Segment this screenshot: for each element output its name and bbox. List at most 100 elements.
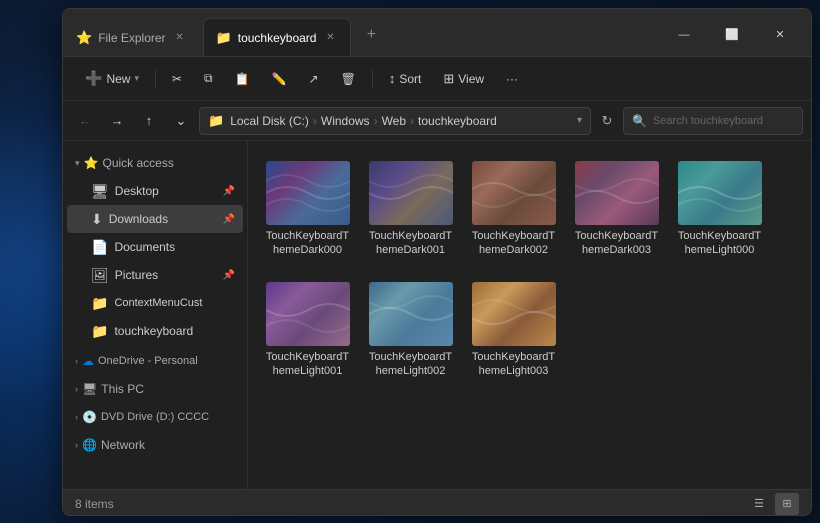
downloads-pin-icon: 📌 — [223, 214, 235, 225]
sort-button[interactable]: ↕ Sort — [379, 63, 432, 95]
file-thumbnail-dark002 — [472, 161, 556, 225]
file-thumbnail-light002 — [369, 282, 453, 346]
file-name-light000: TouchKeyboardThemeLight000 — [676, 229, 763, 258]
quick-access-label: Quick access — [102, 156, 173, 170]
sidebar-item-touchkeyboard[interactable]: 📁 touchkeyboard — [67, 317, 243, 345]
crumb-touchkeyboard: touchkeyboard — [418, 114, 497, 128]
item-count: 8 items — [75, 497, 114, 511]
file-name-light001: TouchKeyboardThemeLight001 — [264, 350, 351, 379]
sidebar-dvd-header[interactable]: › 💿 DVD Drive (D:) CCCC — [67, 403, 243, 431]
sidebar-quick-access-header[interactable]: ▾ ⭐ Quick access — [67, 149, 243, 177]
window-controls: — ⬜ ✕ — [653, 9, 811, 56]
tab-file-explorer-label: File Explorer — [98, 31, 165, 45]
sidebar-contextmenu-label: ContextMenuCust — [114, 297, 202, 309]
share-button[interactable]: ↗ — [299, 63, 329, 95]
file-name-dark001: TouchKeyboardThemeDark001 — [367, 229, 454, 258]
network-icon: 🌐 — [82, 438, 97, 452]
dvd-label: DVD Drive (D:) CCCC — [101, 411, 209, 423]
paste-icon: 📋 — [235, 72, 250, 86]
sidebar-thispc-header[interactable]: › 🖥 This PC — [67, 375, 243, 403]
file-item-dark001[interactable]: TouchKeyboardThemeDark001 — [363, 153, 458, 266]
back-button[interactable]: ← — [71, 107, 99, 135]
file-item-light001[interactable]: TouchKeyboardThemeLight001 — [260, 274, 355, 387]
file-item-dark000[interactable]: TouchKeyboardThemeDark000 — [260, 153, 355, 266]
tab-touchkeyboard[interactable]: 📁 touchkeyboard ✕ — [203, 18, 352, 56]
cut-button[interactable]: ✂ — [162, 63, 192, 95]
tab-touchkeyboard-close[interactable]: ✕ — [322, 30, 338, 46]
view-button[interactable]: ⊞ View — [433, 63, 494, 95]
sidebar-onedrive-header[interactable]: › ☁ OneDrive - Personal — [67, 347, 243, 375]
onedrive-label: OneDrive - Personal — [98, 355, 198, 367]
tabs-area: ⭐ File Explorer ✕ 📁 touchkeyboard ✕ + — [63, 9, 653, 56]
tab-touchkeyboard-label: touchkeyboard — [238, 31, 317, 45]
toolbar: ➕ New ▾ ✂ ⧉ 📋 ✏️ ↗ 🗑 ↕ Sort ⊞ View — [63, 57, 811, 101]
crumb-sep-1: › — [313, 114, 317, 128]
file-item-dark002[interactable]: TouchKeyboardThemeDark002 — [466, 153, 561, 266]
sidebar: ▾ ⭐ Quick access 🖥 Desktop 📌 ⬇ Downloads… — [63, 141, 248, 489]
file-thumbnail-dark001 — [369, 161, 453, 225]
address-bar[interactable]: 📁 Local Disk (C:) › Windows › Web › touc… — [199, 107, 591, 135]
sidebar-item-documents[interactable]: 📄 Documents — [67, 233, 243, 261]
file-name-dark000: TouchKeyboardThemeDark000 — [264, 229, 351, 258]
delete-button[interactable]: 🗑 — [331, 63, 366, 95]
view-grid-toggle[interactable]: ⊞ — [775, 493, 799, 515]
onedrive-icon: ☁ — [82, 354, 94, 368]
new-icon: ➕ — [85, 70, 102, 87]
documents-icon: 📄 — [91, 239, 108, 256]
more-button[interactable]: ··· — [496, 63, 528, 95]
new-label: New — [106, 72, 130, 86]
sidebar-item-pictures[interactable]: 🖼 Pictures 📌 — [67, 261, 243, 289]
status-bar: 8 items ☰ ⊞ — [63, 489, 811, 516]
file-name-light002: TouchKeyboardThemeLight002 — [367, 350, 454, 379]
file-thumbnail-light000 — [678, 161, 762, 225]
file-item-light003[interactable]: TouchKeyboardThemeLight003 — [466, 274, 561, 387]
file-name-dark003: TouchKeyboardThemeDark003 — [573, 229, 660, 258]
refresh-button[interactable]: ↻ — [595, 109, 619, 133]
thispc-icon: 🖥 — [82, 382, 97, 396]
new-chevron-icon: ▾ — [134, 73, 139, 84]
search-placeholder: Search touchkeyboard — [653, 115, 763, 127]
file-thumbnail-light001 — [266, 282, 350, 346]
title-bar: ⭐ File Explorer ✕ 📁 touchkeyboard ✕ + — … — [63, 9, 811, 57]
expand-button[interactable]: ⌄ — [167, 107, 195, 135]
tab-file-explorer-close[interactable]: ✕ — [172, 30, 188, 46]
address-bar-row: ← → ↑ ⌄ 📁 Local Disk (C:) › Windows › We… — [63, 101, 811, 141]
address-bar-folder-icon: 📁 — [208, 113, 224, 129]
paste-button[interactable]: 📋 — [225, 63, 260, 95]
maximize-button[interactable]: ⬜ — [709, 19, 755, 51]
sidebar-network-header[interactable]: › 🌐 Network — [67, 431, 243, 459]
sort-icon: ↕ — [389, 71, 396, 86]
view-list-toggle[interactable]: ☰ — [747, 493, 771, 515]
new-tab-button[interactable]: + — [357, 21, 385, 49]
sidebar-item-downloads[interactable]: ⬇ Downloads 📌 — [67, 205, 243, 233]
file-item-dark003[interactable]: TouchKeyboardThemeDark003 — [569, 153, 664, 266]
crumb-web: Web — [382, 114, 406, 128]
copy-button[interactable]: ⧉ — [194, 63, 223, 95]
sidebar-documents-label: Documents — [114, 240, 175, 254]
rename-button[interactable]: ✏️ — [262, 63, 297, 95]
close-button[interactable]: ✕ — [757, 19, 803, 51]
downloads-icon: ⬇ — [91, 211, 103, 228]
sidebar-downloads-label: Downloads — [109, 212, 168, 226]
onedrive-expand-icon: › — [75, 356, 78, 366]
sidebar-item-desktop[interactable]: 🖥 Desktop 📌 — [67, 177, 243, 205]
file-thumbnail-dark003 — [575, 161, 659, 225]
file-item-light000[interactable]: TouchKeyboardThemeLight000 — [672, 153, 767, 266]
rename-icon: ✏️ — [272, 72, 287, 86]
up-button[interactable]: ↑ — [135, 107, 163, 135]
file-item-light002[interactable]: TouchKeyboardThemeLight002 — [363, 274, 458, 387]
dvd-expand-icon: › — [75, 412, 78, 422]
address-dropdown-icon[interactable]: ▾ — [577, 115, 582, 126]
forward-button[interactable]: → — [103, 107, 131, 135]
toolbar-separator-1 — [155, 69, 156, 89]
quick-access-star-icon: ⭐ — [84, 156, 99, 170]
sidebar-item-contextmenu[interactable]: 📁 ContextMenuCust — [67, 289, 243, 317]
minimize-button[interactable]: — — [661, 19, 707, 51]
tab-file-explorer[interactable]: ⭐ File Explorer ✕ — [63, 18, 201, 56]
search-bar[interactable]: 🔍 Search touchkeyboard — [623, 107, 803, 135]
file-explorer-window: ⭐ File Explorer ✕ 📁 touchkeyboard ✕ + — … — [62, 8, 812, 516]
view-icon: ⊞ — [443, 71, 454, 87]
contextmenu-icon: 📁 — [91, 295, 108, 312]
sidebar-desktop-label: Desktop — [115, 184, 159, 198]
new-button[interactable]: ➕ New ▾ — [75, 63, 149, 95]
